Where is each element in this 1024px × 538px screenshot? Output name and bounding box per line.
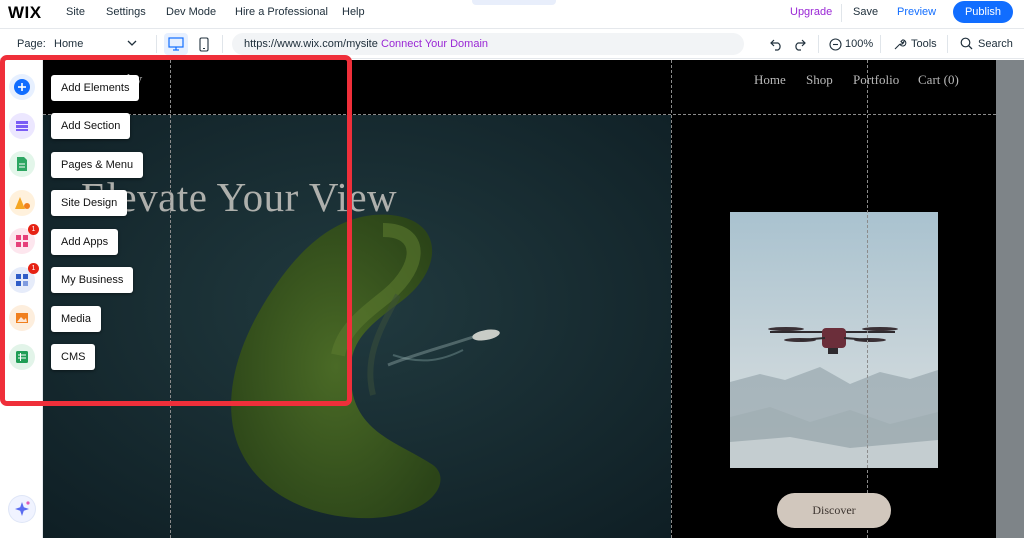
- menu-hire-professional[interactable]: Hire a Professional: [235, 6, 328, 18]
- top-center-handle: [472, 0, 556, 5]
- add-apps-label[interactable]: Add Apps: [51, 229, 119, 255]
- page-selector[interactable]: Home: [54, 38, 83, 50]
- site-nav-portfolio[interactable]: Portfolio: [853, 72, 899, 88]
- mobile-icon[interactable]: [199, 37, 209, 52]
- divider: [947, 35, 948, 53]
- save-button[interactable]: Save: [853, 6, 878, 18]
- tools-icon[interactable]: [893, 37, 907, 51]
- guide-line: [671, 60, 672, 538]
- menu-settings[interactable]: Settings: [106, 6, 146, 18]
- media-label[interactable]: Media: [51, 306, 101, 332]
- site-design-label[interactable]: Site Design: [51, 190, 128, 216]
- top-menu-bar: WIX Site Settings Dev Mode Hire a Profes…: [0, 0, 1024, 26]
- desktop-icon: [168, 37, 184, 51]
- site-nav-shop[interactable]: Shop: [806, 72, 833, 88]
- divider: [841, 4, 842, 22]
- upgrade-link[interactable]: Upgrade: [790, 6, 832, 18]
- guide-line: [867, 60, 868, 538]
- zoom-level[interactable]: 100%: [845, 38, 873, 50]
- wix-logo: WIX: [8, 3, 42, 22]
- menu-site[interactable]: Site: [66, 6, 85, 18]
- undo-icon[interactable]: [770, 38, 784, 51]
- cms-label[interactable]: CMS: [51, 344, 96, 370]
- menu-dev-mode[interactable]: Dev Mode: [166, 6, 216, 18]
- divider: [156, 35, 157, 53]
- add-section-label[interactable]: Add Section: [51, 113, 131, 139]
- desktop-view-button[interactable]: [164, 33, 188, 55]
- menu-help[interactable]: Help: [342, 6, 365, 18]
- url-bar: https://www.wix.com/mysite Connect Your …: [232, 33, 744, 55]
- tools-button[interactable]: Tools: [911, 38, 937, 50]
- discover-button[interactable]: Discover: [777, 493, 891, 528]
- connect-domain-link[interactable]: Connect Your Domain: [381, 38, 488, 50]
- drone-image[interactable]: [730, 212, 938, 468]
- chevron-down-icon[interactable]: [126, 37, 138, 49]
- pages-menu-label[interactable]: Pages & Menu: [51, 152, 144, 178]
- my-business-label[interactable]: My Business: [51, 267, 134, 293]
- divider: [880, 35, 881, 53]
- divider: [818, 35, 819, 53]
- site-nav-home[interactable]: Home: [754, 72, 786, 88]
- preview-button[interactable]: Preview: [897, 6, 936, 18]
- add-elements-label[interactable]: Add Elements: [51, 75, 140, 101]
- divider: [222, 35, 223, 53]
- site-nav-cart[interactable]: Cart (0): [918, 72, 959, 88]
- redo-icon[interactable]: [792, 38, 806, 51]
- ai-assistant-icon[interactable]: [9, 496, 35, 522]
- site-url: https://www.wix.com/mysite: [244, 38, 378, 50]
- search-icon[interactable]: [960, 37, 973, 50]
- search-button[interactable]: Search: [978, 38, 1013, 50]
- zoom-out-icon[interactable]: [829, 38, 842, 51]
- page-label: Page:: [17, 38, 46, 50]
- publish-button[interactable]: Publish: [953, 1, 1013, 23]
